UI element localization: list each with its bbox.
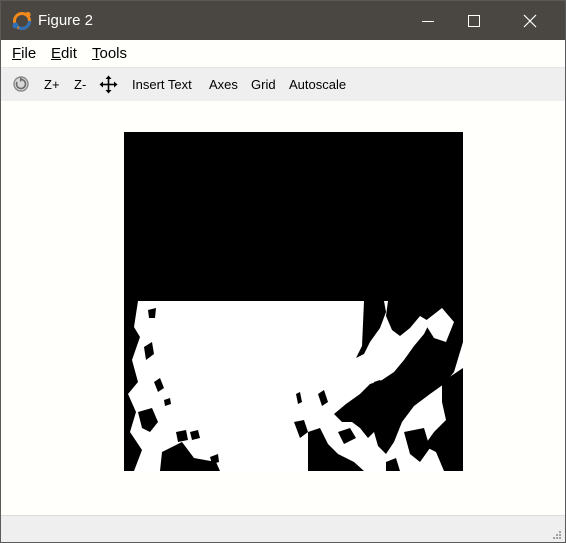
- minimize-icon: [422, 21, 434, 22]
- title-bar[interactable]: Figure 2: [1, 1, 565, 40]
- resize-grip-icon[interactable]: [552, 530, 562, 540]
- menu-edit-mnemonic: E: [51, 45, 62, 62]
- window-title: Figure 2: [38, 12, 94, 29]
- figure-toolbar: Z+ Z- Insert Text Axes Grid Autoscale: [1, 67, 565, 102]
- menu-tools-label: ools: [99, 45, 128, 62]
- axes-button[interactable]: Axes: [209, 77, 238, 92]
- menu-tools-mnemonic: T: [92, 45, 100, 62]
- minimize-button[interactable]: [405, 1, 451, 40]
- grid-button[interactable]: Grid: [251, 77, 276, 92]
- figure-window: Figure 2 File Edit Tools Z+ Z- Insert Te…: [0, 0, 566, 543]
- menu-tools[interactable]: Tools: [92, 45, 127, 62]
- binary-image[interactable]: [124, 132, 463, 471]
- autoscale-button[interactable]: Autoscale: [289, 77, 346, 92]
- menu-file-label: ile: [21, 45, 37, 62]
- menu-file-mnemonic: F: [12, 45, 22, 62]
- maximize-icon: [468, 15, 480, 27]
- zoom-out-button[interactable]: Z-: [74, 77, 86, 92]
- zoom-in-button[interactable]: Z+: [44, 77, 60, 92]
- menu-edit-label: dit: [61, 45, 77, 62]
- menu-file[interactable]: File: [12, 45, 36, 62]
- octave-logo-icon: [11, 10, 33, 32]
- insert-text-button[interactable]: Insert Text: [132, 77, 192, 92]
- figure-canvas[interactable]: [1, 101, 565, 515]
- pan-move-icon[interactable]: [99, 75, 118, 97]
- maximize-button[interactable]: [451, 1, 497, 40]
- status-bar: [1, 515, 565, 542]
- close-button[interactable]: [507, 1, 553, 40]
- menu-bar: File Edit Tools: [1, 40, 565, 67]
- menu-edit[interactable]: Edit: [51, 45, 77, 62]
- close-icon: [523, 14, 537, 28]
- rotate-3d-icon[interactable]: [12, 75, 30, 96]
